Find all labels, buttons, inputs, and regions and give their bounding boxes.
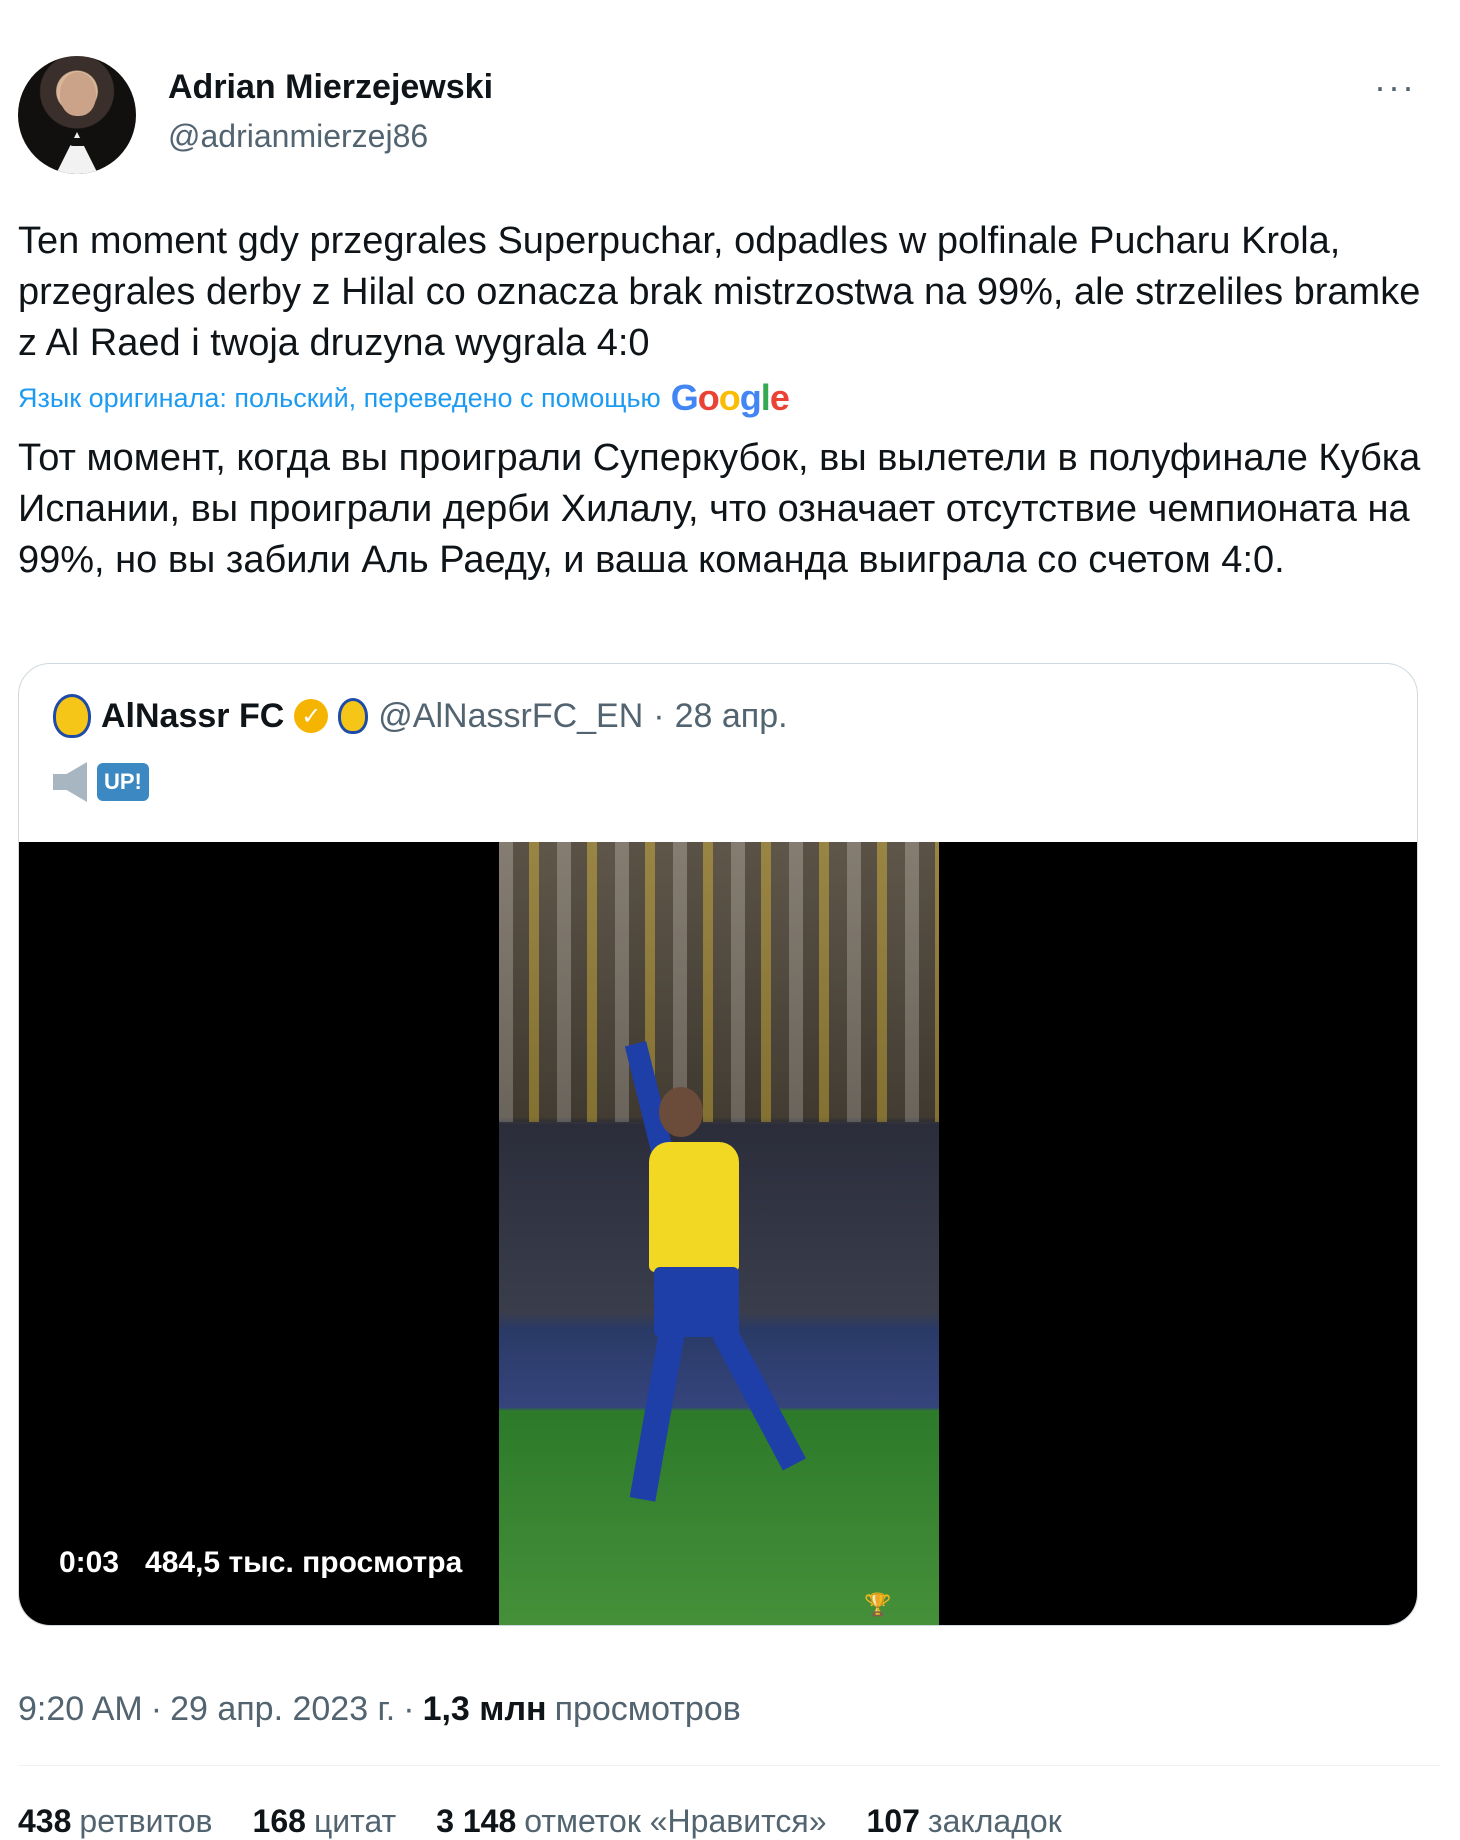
- tweet-meta: 9:20 AM · 29 апр. 2023 г. · 1,3 млн прос…: [18, 1690, 741, 1729]
- retweets-label: ретвитов: [79, 1803, 213, 1839]
- bookmarks-label: закладок: [927, 1803, 1062, 1839]
- quotes-label: цитат: [313, 1803, 397, 1839]
- verified-badge-icon: ✓: [294, 699, 329, 733]
- affiliate-crest-icon: [338, 698, 369, 734]
- video-crowd: [499, 842, 939, 1122]
- quotes-count: 168: [252, 1803, 306, 1839]
- meta-separator-2: ·: [403, 1690, 415, 1728]
- video-player-jersey: [649, 1142, 739, 1272]
- divider: [18, 1765, 1440, 1766]
- alnassr-crest-icon[interactable]: [53, 694, 91, 738]
- tweet-original-text: Ten moment gdy przegrales Superpuchar, o…: [18, 220, 1421, 364]
- bookmarks-count: 107: [866, 1803, 920, 1839]
- retweets-stat[interactable]: 438 ретвитов: [18, 1803, 213, 1840]
- tweet-time[interactable]: 9:20 AM: [18, 1690, 143, 1729]
- likes-stat[interactable]: 3 148 отметок «Нравится»: [436, 1803, 826, 1840]
- video-player[interactable]: 0:03 484,5 тыс. просмотра 🏆: [19, 842, 1417, 1625]
- quoted-separator: ·: [653, 696, 665, 735]
- video-player-leg: [712, 1325, 806, 1471]
- video-player-leg: [629, 1329, 685, 1502]
- author-handle[interactable]: @adrianmierzej86: [168, 118, 428, 155]
- author-name[interactable]: Adrian Mierzejewski: [168, 68, 493, 107]
- video-stats: 0:03 484,5 тыс. просмотра: [59, 1546, 462, 1580]
- quoted-tweet[interactable]: AlNassr FC ✓ @AlNassrFC_EN · 28 апр. UP!…: [18, 663, 1418, 1626]
- speaker-icon: [53, 762, 87, 802]
- retweets-count: 438: [18, 1803, 72, 1839]
- quoted-author-name[interactable]: AlNassr FC: [101, 697, 284, 736]
- quotes-stat[interactable]: 168 цитат: [253, 1803, 397, 1840]
- tweet-translated-text: Тот момент, когда вы проиграли Суперкубо…: [18, 437, 1421, 581]
- video-duration: 0:03: [59, 1546, 120, 1579]
- quoted-tweet-text: UP!: [53, 762, 149, 802]
- google-logo: Google: [670, 377, 790, 418]
- video-player-head: [659, 1087, 703, 1137]
- video-player-shorts: [654, 1267, 739, 1337]
- likes-label: отметок «Нравится»: [524, 1803, 827, 1839]
- quoted-author-handle[interactable]: @AlNassrFC_EN: [378, 697, 643, 736]
- avatar-face: [60, 72, 96, 116]
- engagement-stats: 438 ретвитов 168 цитат 3 148 отметок «Нрави…: [18, 1803, 1062, 1840]
- video-frame: [499, 842, 939, 1625]
- video-watermark-icon: 🏆: [864, 1592, 892, 1617]
- quoted-date[interactable]: 28 апр.: [675, 697, 788, 736]
- likes-count: 3 148: [436, 1803, 517, 1839]
- translation-note: Язык оригинала: польский, переведено с п…: [18, 377, 790, 419]
- bookmarks-stat[interactable]: 107 закладок: [867, 1803, 1062, 1840]
- views-label[interactable]: просмотров: [555, 1690, 741, 1729]
- more-options-icon[interactable]: ···: [1374, 66, 1416, 108]
- author-avatar[interactable]: [18, 56, 136, 174]
- meta-separator: ·: [150, 1690, 163, 1728]
- views-count[interactable]: 1,3 млн: [423, 1690, 547, 1729]
- video-views: 484,5 тыс. просмотра: [145, 1546, 463, 1579]
- tweet-date[interactable]: 29 апр. 2023 г.: [170, 1690, 395, 1729]
- avatar-bowtie: [69, 138, 87, 146]
- translation-note-text[interactable]: Язык оригинала: польский, переведено с п…: [18, 383, 661, 414]
- quoted-tweet-header: AlNassr FC ✓ @AlNassrFC_EN · 28 апр.: [53, 694, 788, 738]
- up-emoji: UP!: [97, 763, 149, 801]
